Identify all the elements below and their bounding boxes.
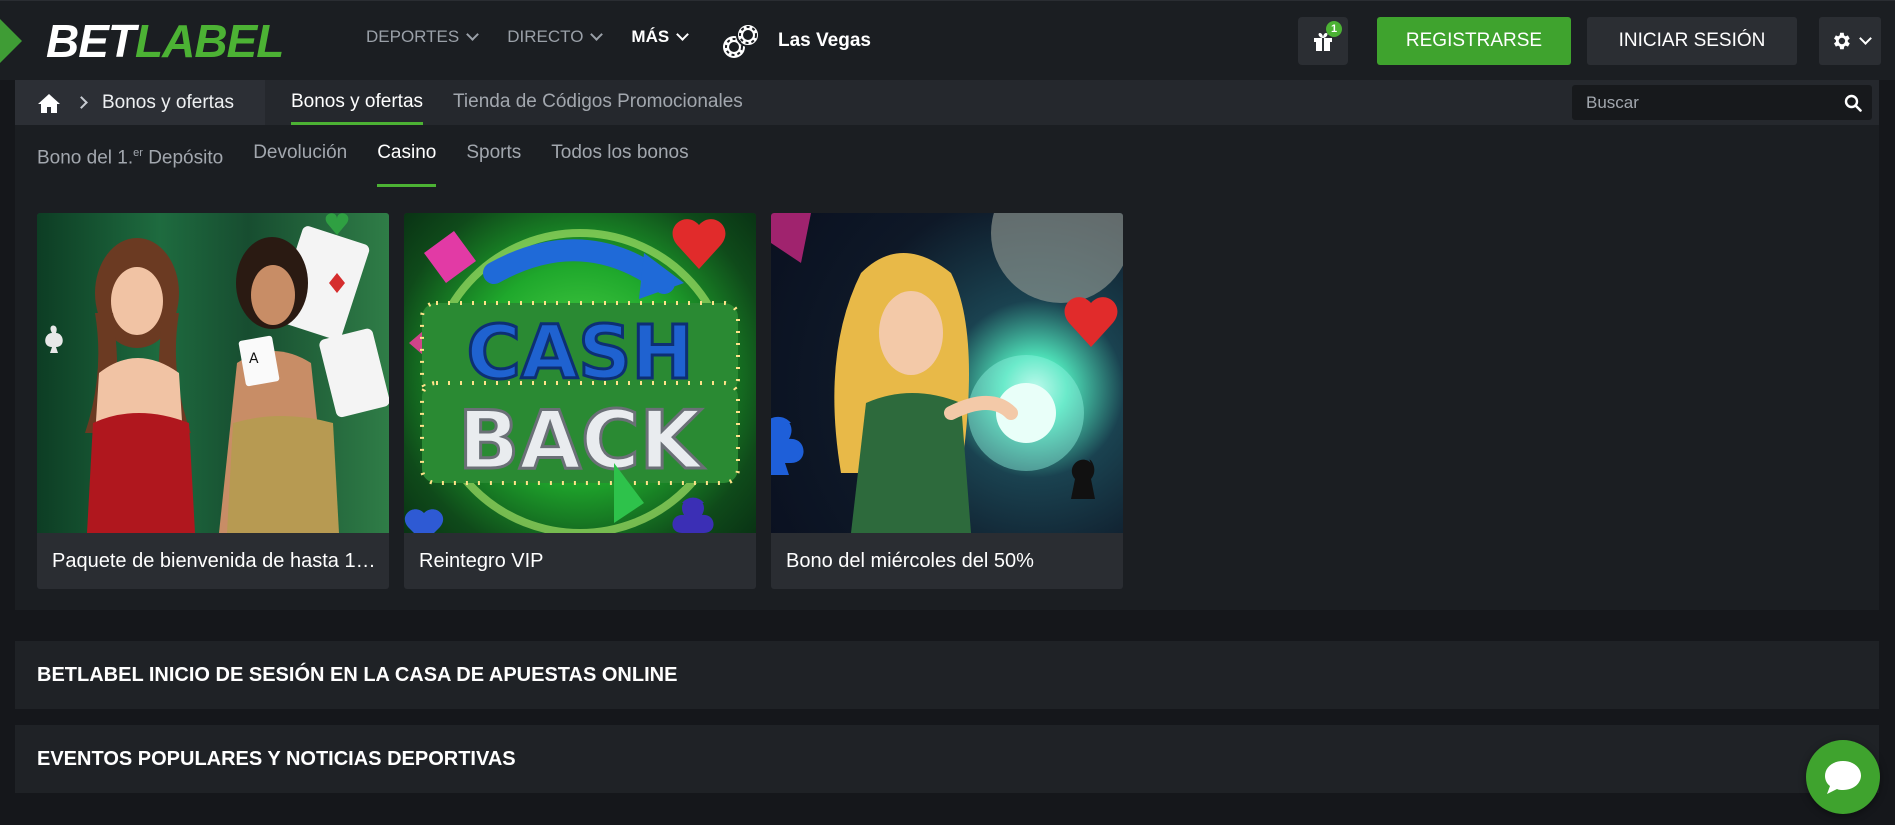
cashback-image-word-cash: CASH <box>467 310 694 396</box>
cashback-image: CASH BACK <box>404 213 756 533</box>
breadcrumb-current[interactable]: Bonos y ofertas <box>102 92 234 114</box>
nav-deportes[interactable]: DEPORTES <box>366 27 480 47</box>
chevron-down-icon <box>590 28 604 41</box>
cashback-image-word-back: BACK <box>458 394 705 487</box>
sub-navigation: Bonos y ofertas Bonos y ofertas Tienda d… <box>15 80 1879 125</box>
nav-las-vegas[interactable]: Las Vegas <box>720 21 871 61</box>
seo-section-events[interactable]: EVENTOS POPULARES Y NOTICIAS DEPORTIVAS <box>15 725 1879 793</box>
chevron-down-icon <box>466 28 480 41</box>
chevron-down-icon <box>1859 32 1872 45</box>
tab-first-deposit[interactable]: Bono del 1.er Depósito <box>37 125 223 188</box>
bonus-card-welcome[interactable]: A Paquete de bienvenida de hasta 1 000 U… <box>37 213 389 589</box>
chevron-down-icon <box>676 28 690 41</box>
gear-icon <box>1834 32 1850 50</box>
gift-count-badge: 1 <box>1326 21 1342 37</box>
tab-devolucion[interactable]: Devolución <box>253 125 347 188</box>
category-tabs: Bono del 1.er Depósito Devolución Casino… <box>37 125 689 188</box>
card-title: Paquete de bienvenida de hasta 1 000 USD… <box>52 550 389 572</box>
home-icon[interactable] <box>37 92 61 114</box>
gift-button[interactable]: 1 <box>1298 17 1348 65</box>
card-title: Reintegro VIP <box>419 550 544 572</box>
search-box <box>1572 85 1872 120</box>
nav-mas[interactable]: MÁS <box>631 27 690 47</box>
side-flag-decoration <box>0 19 22 63</box>
wednesday-sorceress-image <box>771 213 1123 533</box>
login-button[interactable]: INICIAR SESIÓN <box>1587 17 1797 65</box>
register-button[interactable]: REGISTRARSE <box>1377 17 1571 65</box>
breadcrumb: Bonos y ofertas <box>15 80 265 125</box>
nav-directo[interactable]: DIRECTO <box>507 27 604 47</box>
seo-section-login[interactable]: BETLABEL INICIO DE SESIÓN EN LA CASA DE … <box>15 641 1879 709</box>
chat-bubble-icon <box>1825 761 1861 794</box>
search-input[interactable] <box>1572 92 1834 113</box>
tab-all-bonuses[interactable]: Todos los bonos <box>551 125 688 188</box>
bonus-cards: A Paquete de bienvenida de hasta 1 000 U… <box>37 213 1123 589</box>
casino-chips-icon <box>723 23 760 58</box>
top-header: BETLABEL DEPORTES DIRECTO MÁS Las Vegas <box>0 0 1895 80</box>
svg-text:A: A <box>249 351 259 367</box>
betlabel-logo[interactable]: BETLABEL <box>46 15 284 67</box>
bonus-card-vip-cashback[interactable]: CASH BACK Reintegro VIP <box>404 213 756 589</box>
tab-sports[interactable]: Sports <box>466 125 521 188</box>
welcome-casino-image: A <box>37 213 389 533</box>
tab-bonos-y-ofertas[interactable]: Bonos y ofertas <box>291 80 424 125</box>
main-nav: DEPORTES DIRECTO MÁS <box>366 27 690 47</box>
chevron-right-icon <box>75 96 88 109</box>
tab-tienda-codigos[interactable]: Tienda de Códigos Promocionales <box>453 80 743 125</box>
settings-button[interactable] <box>1819 17 1881 65</box>
search-icon[interactable] <box>1834 94 1872 112</box>
subnav-tabs: Bonos y ofertas Tienda de Códigos Promoc… <box>291 80 743 125</box>
chat-button[interactable] <box>1806 740 1880 814</box>
bonus-panel: Bono del 1.er Depósito Devolución Casino… <box>15 125 1879 610</box>
card-title: Bono del miércoles del 50% <box>786 550 1034 572</box>
bonus-card-wednesday[interactable]: Bono del miércoles del 50% <box>771 213 1123 589</box>
tab-casino[interactable]: Casino <box>377 125 437 188</box>
